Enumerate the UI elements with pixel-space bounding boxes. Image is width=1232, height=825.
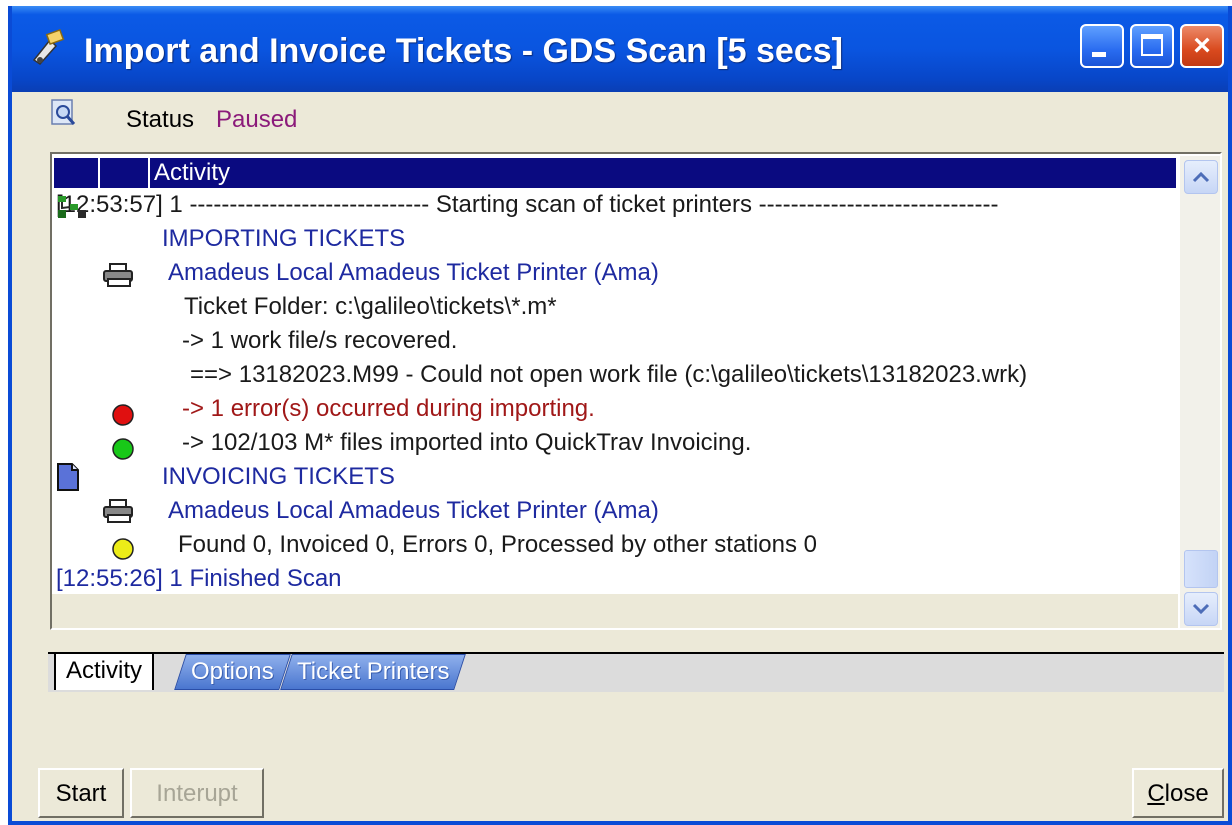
tab-options[interactable]: Options [174, 654, 291, 690]
chevron-down-icon [1192, 603, 1210, 615]
log-row: INVOICING TICKETS [162, 463, 395, 490]
close-button[interactable]: Close [1132, 768, 1224, 818]
log-row: -> 1 error(s) occurred during importing. [182, 395, 595, 422]
log-row: Ticket Folder: c:\galileo\tickets\*.m* [184, 293, 557, 320]
minimize-icon [1092, 52, 1106, 57]
log-row: [12:55:26] 1 Finished Scan [56, 565, 342, 592]
log-row: Found 0, Invoiced 0, Errors 0, Processed… [178, 531, 817, 558]
close-button-mnemonic: C [1147, 780, 1165, 807]
window-title: Import and Invoice Tickets - GDS Scan [5… [84, 32, 843, 70]
log-row: -> 1 work file/s recovered. [182, 327, 458, 354]
red-status-dot-icon [112, 404, 134, 426]
dialog-window: Import and Invoice Tickets - GDS Scan [5… [8, 6, 1232, 825]
log-row: -> 102/103 M* files imported into QuickT… [182, 429, 752, 456]
maximize-icon [1141, 34, 1163, 56]
minimize-button[interactable] [1080, 24, 1124, 68]
printer-icon [103, 499, 133, 523]
document-icon [57, 463, 79, 491]
magnifier-document-icon [51, 99, 76, 125]
close-window-button[interactable]: × [1180, 24, 1224, 68]
tab-ticket-printers[interactable]: Ticket Printers [280, 654, 467, 690]
yellow-status-dot-icon [112, 538, 134, 560]
green-status-dot-icon [112, 438, 134, 460]
interrupt-button[interactable]: Interupt [130, 768, 264, 818]
status-value: Paused [216, 106, 298, 133]
tab-activity[interactable]: Activity [54, 654, 155, 690]
vertical-scrollbar[interactable] [1180, 156, 1220, 628]
start-button[interactable]: Start [38, 768, 124, 818]
scroll-down-button[interactable] [1184, 592, 1218, 626]
log-row: Amadeus Local Amadeus Ticket Printer (Am… [168, 497, 659, 524]
header-column-2[interactable] [100, 158, 150, 188]
log-row: [12:53:57] 1 ---------------------------… [56, 191, 999, 218]
chevron-up-icon [1192, 171, 1210, 183]
ticket-app-icon [32, 28, 65, 65]
log-row: ==> 13182023.M99 - Could not open work f… [190, 361, 1028, 388]
scroll-thumb[interactable] [1184, 550, 1218, 588]
tab-strip: Activity Options Ticket Printers [48, 652, 1224, 692]
title-bar[interactable]: Import and Invoice Tickets - GDS Scan [5… [12, 6, 1228, 92]
scroll-up-button[interactable] [1184, 160, 1218, 194]
maximize-button[interactable] [1130, 24, 1174, 68]
log-row: Amadeus Local Amadeus Ticket Printer (Am… [168, 259, 659, 286]
activity-header: Activity [54, 158, 1178, 188]
log-row: IMPORTING TICKETS [162, 225, 406, 252]
status-label: Status [126, 106, 195, 133]
close-icon: × [1193, 29, 1211, 62]
printer-icon [103, 263, 133, 287]
close-button-label: lose [1164, 780, 1209, 807]
log-footer-bar [52, 594, 1178, 628]
header-column-activity[interactable]: Activity [150, 158, 1178, 188]
import-tickets-icon [58, 196, 86, 218]
activity-log[interactable]: Activity [12:53:57] 1 ------------------… [50, 152, 1222, 630]
header-column-1[interactable] [54, 158, 100, 188]
